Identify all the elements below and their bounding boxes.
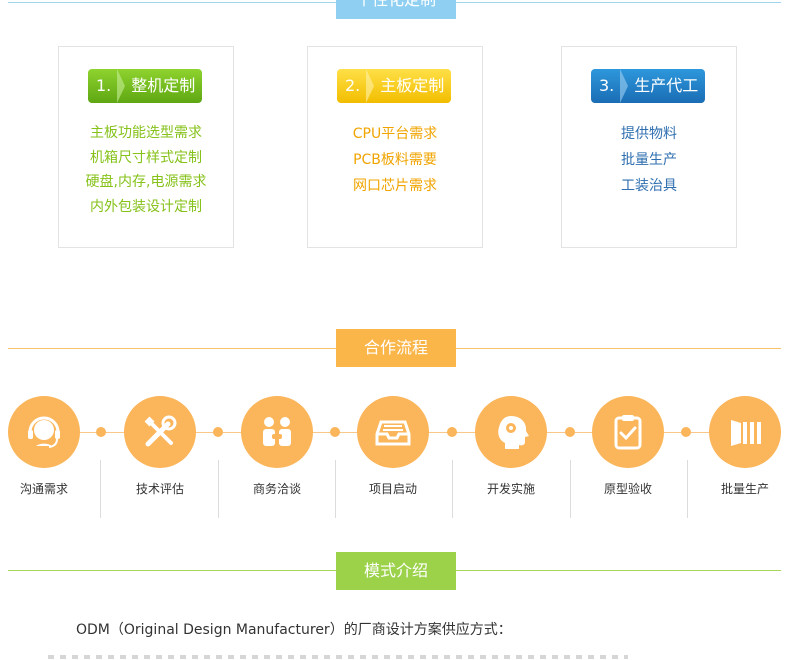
factory-icon bbox=[709, 396, 781, 468]
card-title: 整机定制 bbox=[131, 76, 196, 95]
process-step: 沟通需求 bbox=[6, 396, 82, 496]
card-whole-machine: 1. 整机定制 主板功能选型需求 机箱尺寸样式定制 硬盘,内存,电源需求 内外包装… bbox=[58, 46, 234, 248]
card-oem-production: 3. 生产代工 提供物料 批量生产 工装治具 bbox=[561, 46, 737, 248]
step-separator bbox=[218, 460, 219, 518]
card-item: 提供物料 bbox=[621, 126, 677, 142]
process-step-label: 沟通需求 bbox=[19, 482, 68, 496]
process-step: 批量生产 bbox=[707, 396, 783, 496]
process-step: 项目启动 bbox=[355, 396, 431, 496]
tray-icon bbox=[357, 396, 429, 468]
card-item-list: 提供物料 批量生产 工装治具 bbox=[562, 121, 736, 199]
process-dot bbox=[213, 427, 223, 437]
step-separator bbox=[100, 460, 101, 518]
card-item: 批量生产 bbox=[621, 152, 677, 168]
card-item-list: CPU平台需求 PCB板料需要 网口芯片需求 bbox=[308, 121, 482, 199]
process-dot bbox=[330, 427, 340, 437]
handshake-icon bbox=[241, 396, 313, 468]
odm-intro-text: ODM（Original Design Manufacturer）的厂商设计方案… bbox=[76, 622, 512, 638]
card-item: 网口芯片需求 bbox=[353, 178, 437, 194]
card-item: 内外包装设计定制 bbox=[90, 198, 202, 215]
headset-icon bbox=[8, 396, 80, 468]
section-title-process: 合作流程 bbox=[336, 329, 456, 367]
section-title-mode: 模式介绍 bbox=[336, 552, 456, 590]
process-dot bbox=[447, 427, 457, 437]
step-separator bbox=[570, 460, 571, 518]
process-dot bbox=[565, 427, 575, 437]
process-step-label: 商务洽谈 bbox=[252, 482, 301, 496]
card-item: CPU平台需求 bbox=[352, 126, 438, 142]
card-item-list: 主板功能选型需求 机箱尺寸样式定制 硬盘,内存,电源需求 内外包装设计定制 bbox=[59, 121, 233, 219]
process-step: 开发实施 bbox=[473, 396, 549, 496]
card-item: 主板功能选型需求 bbox=[90, 125, 202, 141]
clipboard-check-icon bbox=[592, 396, 664, 468]
process-step-label: 原型验收 bbox=[603, 482, 652, 496]
card-badge: 3. 生产代工 bbox=[591, 69, 705, 103]
process-step-label: 项目启动 bbox=[368, 482, 417, 496]
card-badge: 2. 主板定制 bbox=[337, 69, 451, 103]
process-dot bbox=[681, 427, 691, 437]
section-title-custom: 个性化定制 bbox=[336, 0, 456, 19]
brain-gear-icon bbox=[475, 396, 547, 468]
process-step: 商务洽谈 bbox=[239, 396, 315, 496]
process-step: 原型验收 bbox=[590, 396, 666, 496]
step-separator bbox=[687, 460, 688, 518]
process-dot bbox=[96, 427, 106, 437]
card-title: 生产代工 bbox=[634, 76, 699, 95]
tools-icon bbox=[124, 396, 196, 468]
process-step-label: 开发实施 bbox=[486, 482, 535, 496]
step-separator bbox=[452, 460, 453, 518]
card-item: 机箱尺寸样式定制 bbox=[90, 149, 202, 166]
process-step: 技术评估 bbox=[122, 396, 198, 496]
step-separator bbox=[335, 460, 336, 518]
card-item: 硬盘,内存,电源需求 bbox=[85, 174, 207, 190]
cut-off-text-row bbox=[48, 655, 628, 659]
process-step-label: 技术评估 bbox=[135, 482, 184, 496]
card-motherboard: 2. 主板定制 CPU平台需求 PCB板料需要 网口芯片需求 bbox=[307, 46, 483, 248]
process-step-label: 批量生产 bbox=[720, 482, 769, 496]
card-badge: 1. 整机定制 bbox=[88, 69, 202, 103]
card-item: 工装治具 bbox=[621, 178, 677, 194]
card-title: 主板定制 bbox=[380, 76, 445, 95]
card-item: PCB板料需要 bbox=[353, 152, 437, 168]
